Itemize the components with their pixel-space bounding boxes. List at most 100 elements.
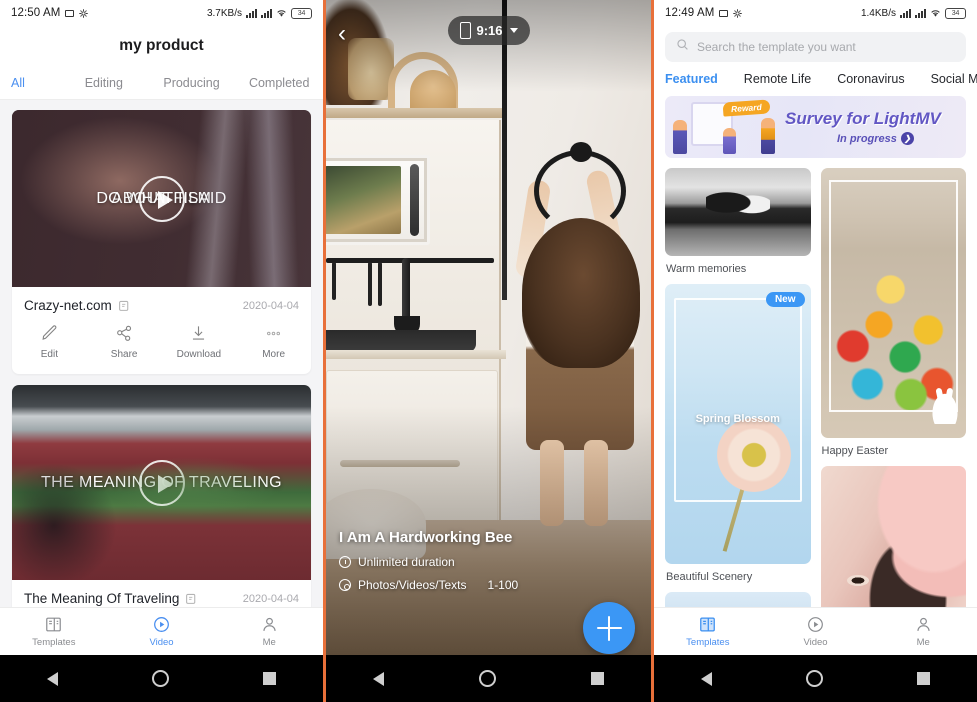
tab-social-media[interactable]: Social M xyxy=(931,72,977,86)
gear-icon xyxy=(733,8,743,18)
signal-bars-icon-2 xyxy=(915,8,926,18)
template-thumbnail[interactable]: Spring Blossom New xyxy=(665,284,811,564)
tab-completed[interactable]: Completed xyxy=(235,76,323,90)
rename-icon[interactable] xyxy=(185,592,198,605)
download-button[interactable]: Download xyxy=(162,324,237,360)
battery-icon: 34 xyxy=(945,7,966,19)
chevron-right-icon: ❯ xyxy=(900,132,914,145)
nav-home-icon[interactable] xyxy=(806,670,823,687)
panel-template-preview: ‹ 9:16 I Am A Hardworking Bee Unlimited … xyxy=(326,0,651,702)
template-thumbnail[interactable] xyxy=(820,168,966,438)
new-badge: New xyxy=(765,292,805,307)
tabbar-item-templates[interactable]: Templates xyxy=(654,615,762,648)
template-card[interactable]: Spring Blossom New Beautiful Scenery xyxy=(665,284,811,583)
nav-back-icon[interactable] xyxy=(701,671,712,686)
templates-scroll[interactable]: Reward Survey for LightMV In progress ❯ … xyxy=(654,96,977,659)
panel-my-product: 12:50 AM 3.7KB/s 34 my product All Editi… xyxy=(0,0,323,702)
gear-icon xyxy=(79,8,89,18)
status-right: 3.7KB/s 34 xyxy=(206,7,312,19)
template-card[interactable]: Warm memories xyxy=(665,168,811,275)
template-card[interactable]: Happy Easter xyxy=(820,168,966,457)
android-navbar-panel3 xyxy=(654,655,977,702)
template-media-value: 1-100 xyxy=(487,578,519,592)
template-media-label: Photos/Videos/Texts xyxy=(358,578,467,592)
camera-icon xyxy=(719,9,729,17)
play-icon[interactable] xyxy=(138,175,185,222)
aspect-ratio-selector[interactable]: 9:16 xyxy=(447,16,530,45)
network-speed: 1.4KB/s xyxy=(860,7,896,19)
nav-recents-icon[interactable] xyxy=(590,672,604,685)
bunny-icon xyxy=(930,390,960,424)
android-navbar-panel2 xyxy=(326,655,651,702)
templates-grid: Warm memories Spring Blossom New Beautif… xyxy=(665,168,966,650)
banner-title: Survey for LightMV xyxy=(785,109,941,128)
download-label: Download xyxy=(176,349,222,360)
tabbar-item-video[interactable]: Video xyxy=(762,615,870,648)
template-duration-row: Unlimited duration xyxy=(339,555,518,569)
banner-badge: Reward xyxy=(722,99,771,117)
banner-subtitle-row: In progress ❯ xyxy=(837,132,914,145)
tab-all[interactable]: All xyxy=(0,76,60,90)
nav-recents-icon[interactable] xyxy=(917,672,930,685)
back-icon[interactable]: ‹ xyxy=(338,22,346,46)
banner-figure xyxy=(673,120,687,154)
category-tabs: Featured Remote Life Coronavirus Social … xyxy=(654,62,977,96)
tab-remote-life[interactable]: Remote Life xyxy=(744,72,811,86)
bottom-tabbar-panel3: Templates Video Me xyxy=(654,607,977,655)
template-frame xyxy=(828,180,958,412)
template-title: I Am A Hardworking Bee xyxy=(339,529,513,546)
tabbar-item-me[interactable]: Me xyxy=(869,615,977,648)
video-name: Crazy-net.com xyxy=(24,298,112,313)
tabbar-label-templates: Templates xyxy=(32,637,76,648)
search-bar[interactable]: Search the template you want xyxy=(665,32,966,62)
nav-back-icon[interactable] xyxy=(47,671,58,686)
tab-featured[interactable]: Featured xyxy=(665,72,718,86)
tabbar-label-templates: Templates xyxy=(686,637,730,648)
video-card[interactable]: ABOUT FILM DO WHAT I SAID Crazy-net.com … xyxy=(12,110,311,374)
template-media-row: Photos/Videos/Texts 1-100 xyxy=(339,578,518,592)
tabbar-item-me[interactable]: Me xyxy=(215,615,323,648)
search-placeholder: Search the template you want xyxy=(697,40,856,54)
template-caption: Warm memories xyxy=(666,263,747,275)
more-label: More xyxy=(262,349,286,360)
tab-producing[interactable]: Producing xyxy=(148,76,236,90)
video-card[interactable]: THE MEANING OF TRAVELING The Meaning Of … xyxy=(12,385,311,615)
thumbnail-overlay-text: ABOUT FILM xyxy=(111,189,212,207)
tab-editing[interactable]: Editing xyxy=(60,76,148,90)
template-portrait-eye xyxy=(846,574,869,586)
share-label: Share xyxy=(110,349,138,360)
media-icon xyxy=(339,579,351,591)
template-overlay-text: Spring Blossom xyxy=(695,412,780,425)
rename-icon[interactable] xyxy=(118,299,131,312)
chevron-down-icon xyxy=(509,28,518,33)
create-button[interactable] xyxy=(583,602,635,654)
tab-coronavirus[interactable]: Coronavirus xyxy=(837,72,904,86)
wifi-icon xyxy=(930,9,941,18)
promo-banner[interactable]: Reward Survey for LightMV In progress ❯ xyxy=(665,96,966,158)
edit-button[interactable]: Edit xyxy=(12,324,87,360)
status-left: 12:49 AM xyxy=(665,7,743,19)
template-thumbnail[interactable] xyxy=(665,168,811,256)
nav-home-icon[interactable] xyxy=(478,670,496,687)
template-caption: Beautiful Scenery xyxy=(666,571,753,583)
nav-recents-icon[interactable] xyxy=(263,672,276,685)
video-thumbnail[interactable]: THE MEANING OF TRAVELING xyxy=(12,385,311,580)
template-duration-label: Unlimited duration xyxy=(358,555,455,569)
tabbar-item-templates[interactable]: Templates xyxy=(0,615,108,648)
three-phone-screenshots: 12:50 AM 3.7KB/s 34 my product All Editi… xyxy=(0,0,977,702)
network-speed: 3.7KB/s xyxy=(206,7,242,19)
video-actions: Edit Share Download More xyxy=(12,322,311,374)
tabbar-item-video[interactable]: Video xyxy=(108,615,216,648)
video-thumbnail[interactable]: ABOUT FILM DO WHAT I SAID xyxy=(12,110,311,287)
aspect-ratio-label: 9:16 xyxy=(476,23,503,38)
more-button[interactable]: More xyxy=(236,324,311,360)
tabbar-label-video: Video xyxy=(149,637,174,648)
share-button[interactable]: Share xyxy=(87,324,162,360)
play-icon[interactable] xyxy=(138,459,185,506)
phone-portrait-icon xyxy=(459,22,471,39)
nav-back-icon[interactable] xyxy=(373,671,385,686)
camera-icon xyxy=(65,9,75,17)
nav-home-icon[interactable] xyxy=(152,670,169,687)
signal-bars-icon-2 xyxy=(261,8,272,18)
clock-icon xyxy=(339,556,351,568)
